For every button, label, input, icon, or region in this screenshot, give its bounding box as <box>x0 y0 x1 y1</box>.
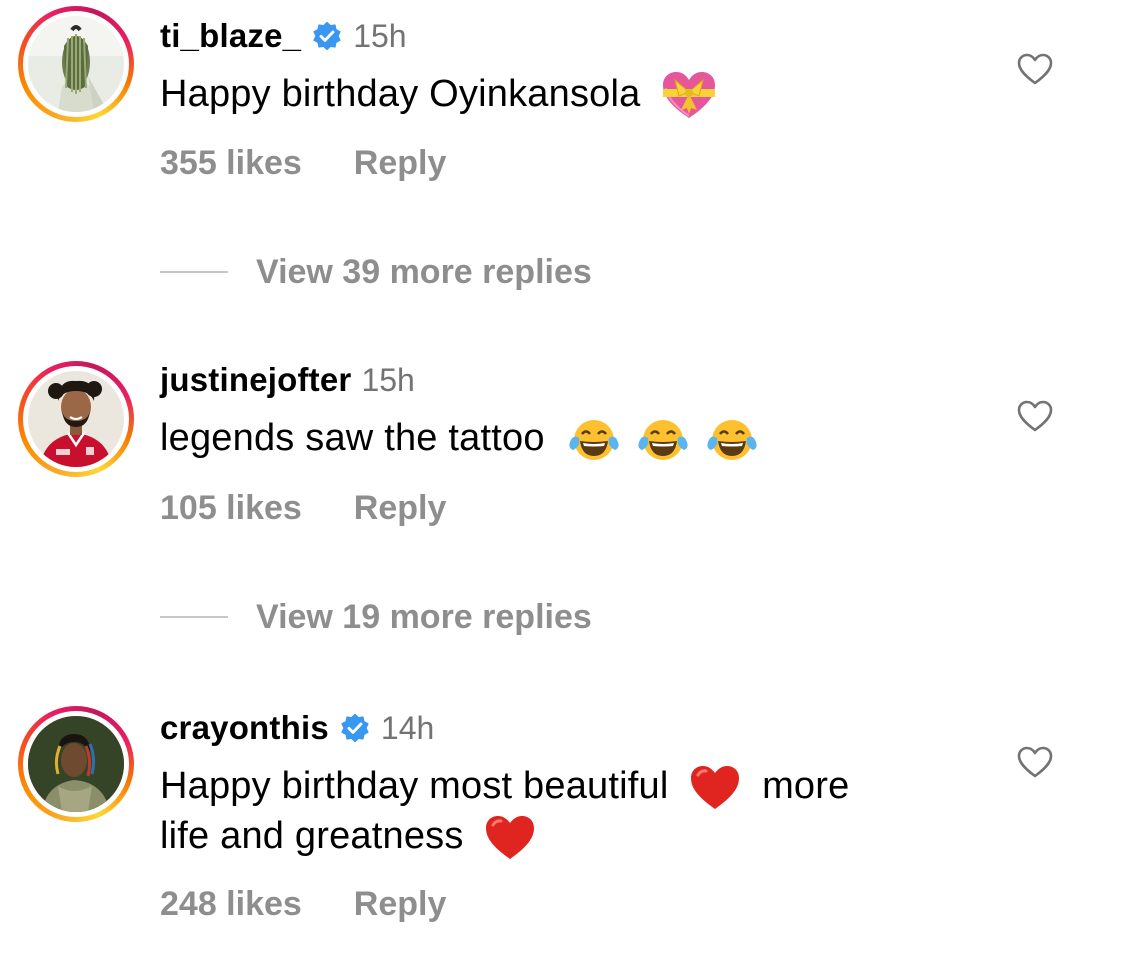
heart-with-ribbon-icon <box>663 72 716 118</box>
comment-actions: 355 likes Reply <box>160 143 446 183</box>
reply-button[interactable]: Reply <box>354 885 447 924</box>
comment-text: Happy birthday most beautiful more life … <box>160 762 960 862</box>
comment-header: crayonthis 14h <box>160 708 434 748</box>
avatar-image <box>28 716 124 812</box>
likes-count[interactable]: 105 likes <box>160 489 302 528</box>
comment-header: ti_blaze_ 15h <box>160 16 407 56</box>
comment-body-line-1: Happy birthday most beautiful more <box>160 762 960 812</box>
comment-body: Happy birthday Oyinkansola <box>160 73 641 116</box>
likes-count[interactable]: 248 likes <box>160 885 302 924</box>
avatar[interactable] <box>18 706 134 822</box>
comment-body-line-2: life and greatness <box>160 812 960 862</box>
replies-divider <box>160 271 228 273</box>
red-heart-icon <box>691 765 740 809</box>
username[interactable]: crayonthis <box>160 709 329 747</box>
comment-text: legends saw the tattoo <box>160 414 960 464</box>
comment-text: Happy birthday Oyinkansola <box>160 70 960 122</box>
likes-count[interactable]: 355 likes <box>160 144 302 183</box>
view-replies-label: View 39 more replies <box>256 252 592 291</box>
reply-button[interactable]: Reply <box>354 144 447 183</box>
verified-badge-icon <box>341 713 369 743</box>
view-replies-button[interactable]: View 39 more replies <box>160 252 592 292</box>
like-heart-icon[interactable] <box>1016 52 1054 86</box>
like-heart-icon[interactable] <box>1016 745 1054 779</box>
like-heart-icon[interactable] <box>1016 399 1054 433</box>
tears-of-joy-icon <box>638 419 688 460</box>
tears-of-joy-icon <box>707 419 757 460</box>
username[interactable]: ti_blaze_ <box>160 17 301 55</box>
reply-button[interactable]: Reply <box>354 489 447 528</box>
timestamp: 14h <box>380 709 435 746</box>
verified-badge-icon <box>313 21 341 51</box>
avatar[interactable] <box>18 361 134 477</box>
comment-actions: 248 likes Reply <box>160 884 446 924</box>
comment-body: legends saw the tattoo <box>160 417 545 459</box>
avatar[interactable] <box>18 6 134 122</box>
view-replies-label: View 19 more replies <box>256 597 592 636</box>
avatar-image <box>28 16 124 112</box>
avatar-image <box>28 371 124 467</box>
username[interactable]: justinejofter <box>160 361 351 399</box>
comment-header: justinejofter 15h <box>160 360 415 400</box>
comment-actions: 105 likes Reply <box>160 488 446 528</box>
replies-divider <box>160 616 228 618</box>
red-heart-icon <box>486 815 535 859</box>
view-replies-button[interactable]: View 19 more replies <box>160 597 592 637</box>
tears-of-joy-icon <box>569 419 620 460</box>
timestamp: 15h <box>353 17 407 54</box>
timestamp: 15h <box>361 361 415 398</box>
